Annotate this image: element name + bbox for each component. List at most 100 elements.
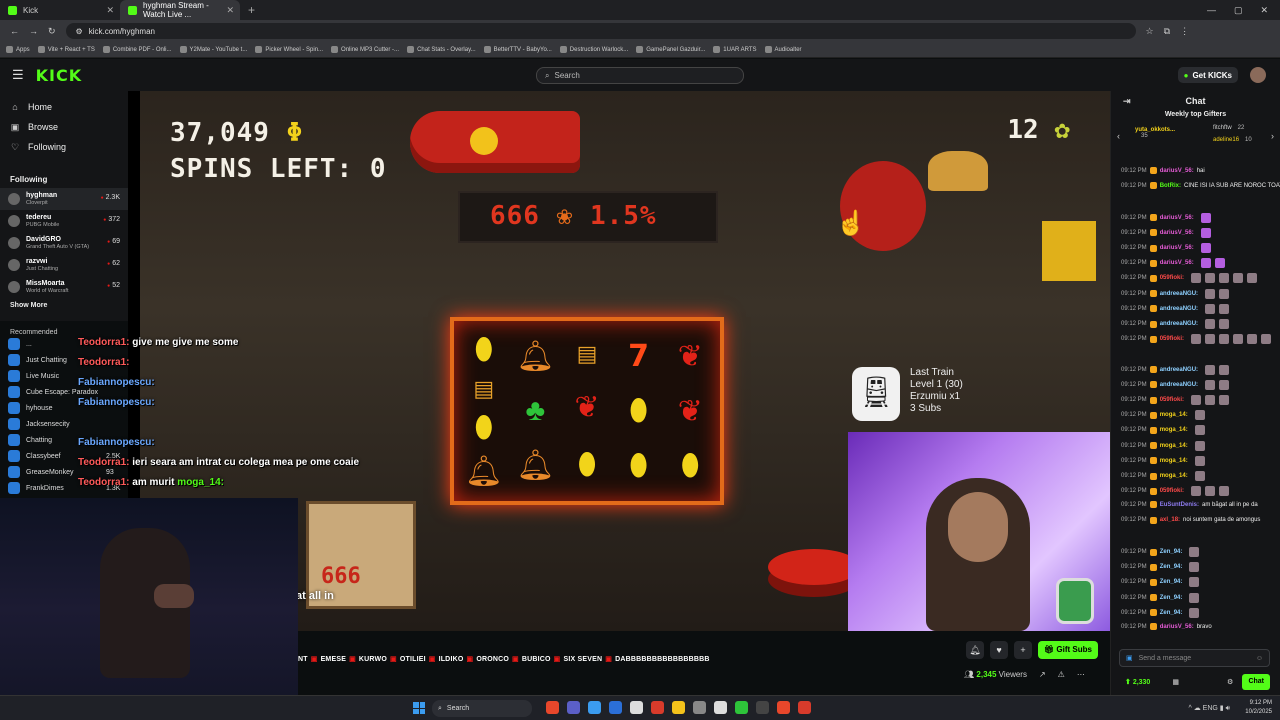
bookmark-7[interactable]: BetterTTV - BabyYo... <box>483 46 552 53</box>
bookmark-10[interactable]: 1UAR ARTS <box>713 46 757 53</box>
chat-message[interactable]: 09:12 PM axl_18: noi suntem gata de amongu… <box>1121 516 1260 524</box>
gifter-3[interactable]: adeline16 10 <box>1213 137 1252 143</box>
emoji-icon[interactable]: ☺ <box>1256 655 1263 662</box>
chat-input[interactable]: ▣ Send a message ☺ <box>1119 649 1270 667</box>
chat-message[interactable]: 09:12 PM dariusV_56: <box>1121 212 1211 223</box>
gifter-2[interactable]: fitchftw 22 <box>1213 125 1244 131</box>
chat-message[interactable]: 09:12 PM andreeaNGU: <box>1121 364 1230 375</box>
chat-message[interactable]: 09:12 PM moga_14: <box>1121 440 1205 451</box>
following-item-hyghman[interactable]: hyghmanCloverpit2.3K <box>0 188 128 210</box>
following-item-DavidGRO[interactable]: DavidGROGrand Theft Auto V (GTA)69 <box>0 232 128 254</box>
gifter-1[interactable]: yuta_okkots... 35 <box>1135 127 1175 139</box>
chrome-icon[interactable] <box>546 701 559 714</box>
sidebar-item-browse[interactable]: ▣ Browse <box>0 117 128 137</box>
capcut-icon[interactable] <box>630 701 643 714</box>
collapse-chat-icon[interactable]: ⇥ <box>1123 96 1131 107</box>
chevron-left-icon[interactable]: ‹ <box>1117 131 1120 141</box>
browser-tab-stream[interactable]: hyghman Stream - Watch Live ... ✕ <box>120 0 240 20</box>
close-tab-icon[interactable]: ✕ <box>226 5 234 16</box>
chat-message[interactable]: 09:12 PM moga_14: <box>1121 471 1205 481</box>
chat-message[interactable]: 09:12 PM 059fioki: <box>1121 334 1272 345</box>
menu-dots-icon[interactable]: ⋮ <box>1180 26 1189 37</box>
bookmark-11[interactable]: Audioalter <box>764 46 802 53</box>
bookmark-1[interactable]: Vite + React + TS <box>37 46 95 53</box>
bookmark-3[interactable]: Y2Mate - YouTube t... <box>179 46 247 53</box>
url-field[interactable]: ⚙ kick.com/hyghman <box>65 23 1136 39</box>
vscode-icon[interactable] <box>609 701 622 714</box>
close-window-icon[interactable]: ✕ <box>1260 5 1268 16</box>
chat-message[interactable]: 09:12 PM andreeaNGU: <box>1121 288 1230 299</box>
windows-start-icon[interactable] <box>413 702 425 714</box>
bookmark-2[interactable]: Combine PDF - Onli... <box>102 46 172 53</box>
get-kicks-button[interactable]: ● Get KICKs <box>1177 67 1238 83</box>
following-item-razvwi[interactable]: razvwiJust Chatting62 <box>0 254 128 276</box>
chat-message[interactable]: 09:12 PM andreeaNGU: <box>1121 379 1230 390</box>
bookmark-4[interactable]: Picker Wheel - Spin... <box>255 46 323 53</box>
file-explorer-icon[interactable] <box>672 701 685 714</box>
chat-message[interactable]: 09:12 PM dariusV_56: hai <box>1121 167 1205 174</box>
chat-message[interactable]: 09:12 PM Zen_94: <box>1121 547 1200 557</box>
app-icon[interactable] <box>777 701 790 714</box>
app-icon[interactable] <box>651 701 664 714</box>
calendar-icon[interactable]: ▦ <box>1172 678 1179 686</box>
clock[interactable]: 9:12 PM 10/2/2025 <box>1245 699 1272 717</box>
chat-message[interactable]: 09:12 PM moga_14: <box>1121 425 1205 436</box>
add-icon[interactable]: + <box>1014 641 1032 659</box>
chat-message[interactable]: 09:12 PM 059fioki: <box>1121 273 1258 284</box>
chat-message[interactable]: 09:12 PM Zen_94: <box>1121 607 1200 618</box>
app-icon[interactable] <box>735 701 748 714</box>
system-tray-icons[interactable]: ^ ☁ ENG ▮ 🔊︎ <box>1189 704 1231 713</box>
chat-message[interactable]: 09:12 PM Zen_94: <box>1121 577 1200 588</box>
chat-message[interactable]: 09:12 PM Zen_94: <box>1121 562 1200 573</box>
bookmark-5[interactable]: Online MP3 Cutter -... <box>331 46 399 53</box>
app-icon[interactable] <box>693 701 706 714</box>
user-avatar[interactable] <box>1250 67 1266 83</box>
send-chat-button[interactable]: Chat <box>1242 674 1270 690</box>
chat-message[interactable]: 09:12 PM dariusV_56: <box>1121 227 1211 238</box>
back-icon[interactable]: ← <box>10 26 19 36</box>
close-tab-icon[interactable]: ✕ <box>106 5 114 16</box>
gift-subs-button[interactable]: 🎁︎ Gift Subs <box>1038 641 1098 659</box>
minimize-icon[interactable]: — <box>1207 5 1216 15</box>
new-tab-button[interactable]: + <box>240 3 263 17</box>
chat-message[interactable]: 09:12 PM dariusV_56: bravo <box>1121 623 1212 630</box>
bookmark-0[interactable]: Apps <box>6 46 30 53</box>
chat-message[interactable]: 09:12 PM 059fioki: <box>1121 395 1230 405</box>
browser-tab-kick[interactable]: Kick ✕ <box>0 0 120 20</box>
sidebar-item-following[interactable]: ♡ Following <box>0 137 128 157</box>
forward-icon[interactable]: → <box>29 26 38 36</box>
reload-icon[interactable]: ↻ <box>48 26 56 37</box>
kick-emote-icon[interactable]: ▣ <box>1126 654 1133 662</box>
bookmark-9[interactable]: GamePanel Gazduir... <box>636 46 705 53</box>
chat-message[interactable]: 09:12 PM BotRix: CINE ISI IA SUB ARE NOROC… <box>1121 182 1280 190</box>
chat-message[interactable]: 09:12 PM dariusV_56: <box>1121 258 1225 269</box>
show-more-button[interactable]: Show More <box>0 298 128 313</box>
taskbar-search[interactable]: ⌕ Search <box>432 700 532 717</box>
bookmark-6[interactable]: Chat Stats - Overlay... <box>407 46 476 53</box>
chat-message[interactable]: 09:12 PM moga_14: <box>1121 410 1205 421</box>
bookmark-star-icon[interactable]: ☆ <box>1146 26 1154 37</box>
bookmark-8[interactable]: Destruction Warlock... <box>559 46 628 53</box>
chat-message[interactable]: 09:12 PM andreeaNGU: <box>1121 319 1230 329</box>
more-icon[interactable]: ⋯ <box>1077 670 1085 679</box>
chevron-right-icon[interactable]: › <box>1271 131 1274 141</box>
following-item-tedereu[interactable]: tedereuPUBG Mobile372 <box>0 210 128 232</box>
discord-icon[interactable] <box>567 701 580 714</box>
report-icon[interactable]: ⚠ <box>1058 670 1065 679</box>
following-item-MissMoarta[interactable]: MissMoartaWorld of Warcraft52 <box>0 276 128 298</box>
follow-heart-icon[interactable]: ♥ <box>990 641 1008 659</box>
chat-message[interactable]: 09:12 PM moga_14: <box>1121 455 1205 466</box>
chat-message[interactable]: 09:12 PM EuSuntDenis: am băgat all in pe d… <box>1121 501 1258 509</box>
app-icon[interactable] <box>756 701 769 714</box>
app-icon[interactable] <box>588 701 601 714</box>
chat-message[interactable]: 09:12 PM Zen_94: <box>1121 592 1200 603</box>
chat-message[interactable]: 09:12 PM andreeaNGU: <box>1121 303 1230 314</box>
maximize-icon[interactable]: ▢ <box>1234 5 1243 16</box>
share-icon[interactable]: ↗ <box>1039 670 1046 679</box>
channel-points[interactable]: ⬆ 2,330 <box>1125 678 1150 686</box>
chat-message[interactable]: 09:12 PM dariusV_56: <box>1121 243 1211 253</box>
chat-settings-icon[interactable]: ⚙ <box>1227 678 1233 686</box>
notification-bell-icon[interactable]: 🔔︎ <box>966 641 984 659</box>
chat-message[interactable]: 09:12 PM 059fioki: <box>1121 486 1230 497</box>
app-icon[interactable] <box>714 701 727 714</box>
